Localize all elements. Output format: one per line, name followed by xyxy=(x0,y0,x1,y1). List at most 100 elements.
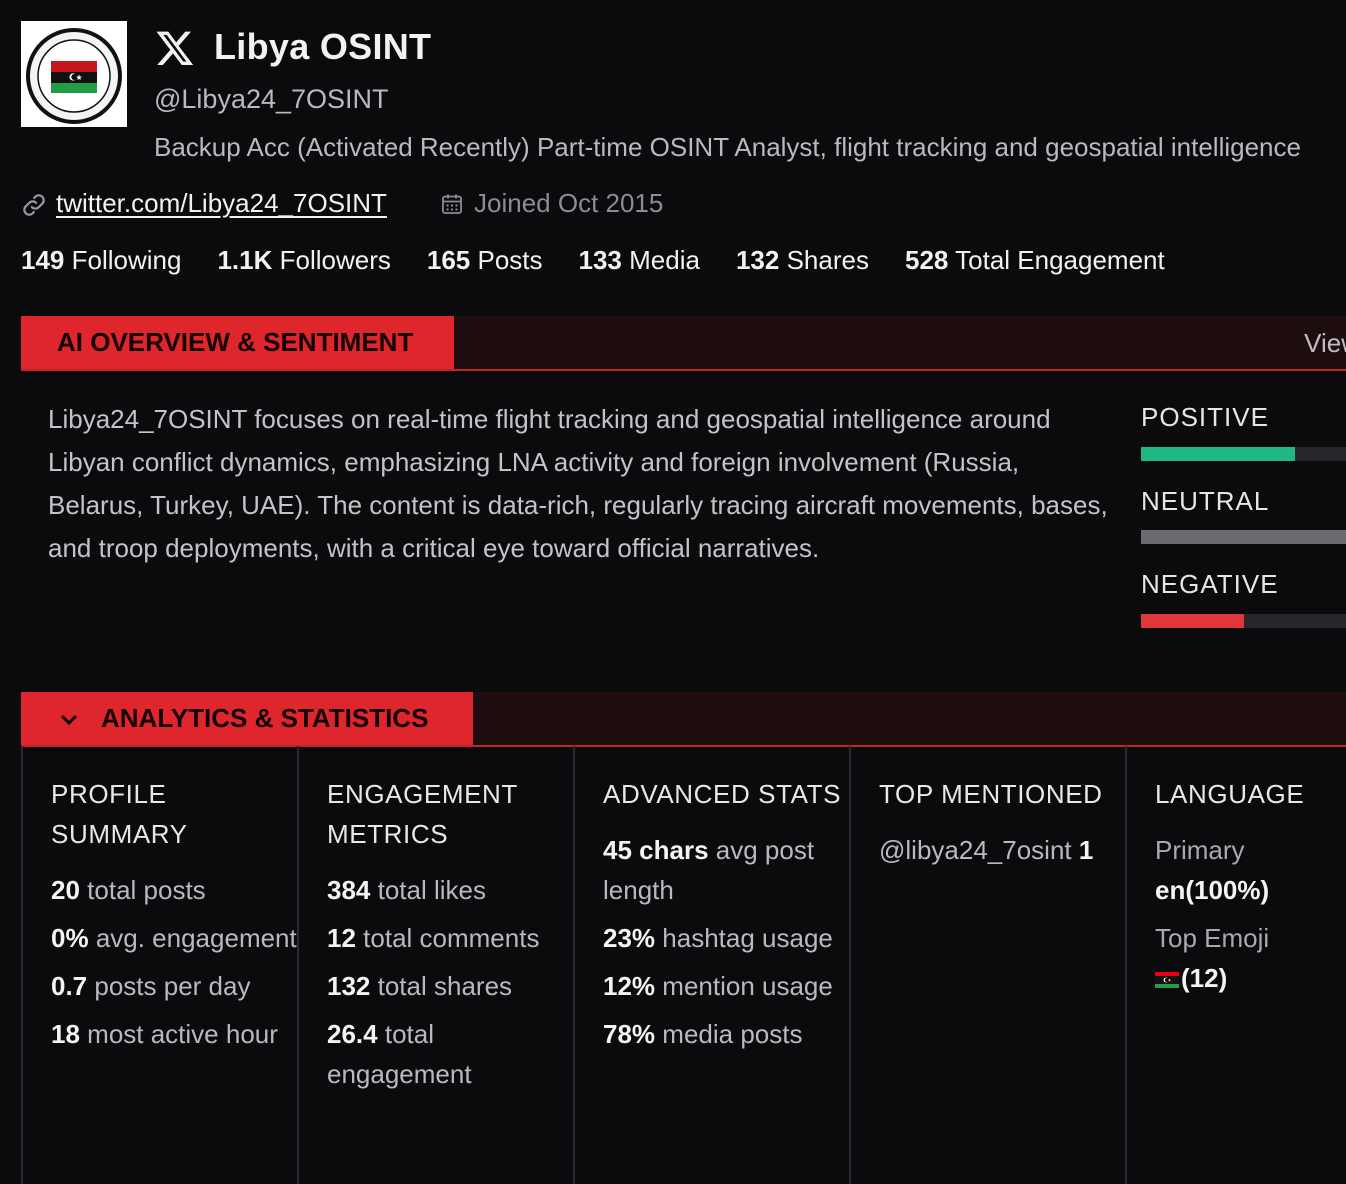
item-label: total comments xyxy=(363,923,540,953)
item-value: 18 xyxy=(51,1019,80,1049)
summary-item: 0.7 posts per day xyxy=(51,966,297,1006)
stat-posts: 165 Posts xyxy=(427,245,543,276)
engagement-metrics-column: ENGAGEMENT METRICS 384 total likes 12 to… xyxy=(299,746,575,1184)
mention-handle: @libya24_7osint xyxy=(879,835,1072,865)
column-title: PROFILE SUMMARY xyxy=(51,779,188,849)
analytics-grid: PROFILE SUMMARY 20 total posts 0% avg. e… xyxy=(21,746,1346,1184)
column-title: ADVANCED STATS xyxy=(603,779,842,809)
profile-handle: @Libya24_7OSINT xyxy=(154,84,389,114)
profile-avatar xyxy=(21,21,127,127)
item-label: avg. engagement xyxy=(95,923,297,953)
item-value: 12% xyxy=(603,971,656,1001)
item-value: 26.4 xyxy=(327,1019,378,1049)
item-value: 12 xyxy=(327,923,356,953)
sentiment-positive-bar xyxy=(1141,447,1346,461)
stat-label: Posts xyxy=(477,245,543,275)
x-logo-icon xyxy=(156,31,194,66)
stat-value: 528 xyxy=(904,245,949,275)
sentiment-neutral-bar xyxy=(1141,530,1346,544)
calendar-icon xyxy=(442,194,462,214)
sentiment-negative-label: NEGATIVE xyxy=(1141,569,1279,599)
stat-label: Shares xyxy=(786,245,869,275)
stat-value: 165 xyxy=(426,245,471,275)
stat-shares: 132 Shares xyxy=(736,245,869,276)
libya-logo-icon xyxy=(26,28,122,124)
item-label: total likes xyxy=(377,875,487,905)
profile-summary-column: PROFILE SUMMARY 20 total posts 0% avg. e… xyxy=(23,746,299,1184)
stat-label: Total Engagement xyxy=(955,245,1165,275)
primary-language-label: Primary xyxy=(1155,835,1245,865)
profile-name: Libya OSINT xyxy=(214,26,432,67)
item-label: total shares xyxy=(377,971,513,1001)
item-value: 45 chars xyxy=(603,835,709,865)
stat-item: 78% media posts xyxy=(603,1014,849,1054)
top-mentioned-column: TOP MENTIONED @libya24_7osint 1 xyxy=(851,746,1127,1184)
libya-flag-icon xyxy=(1155,972,1179,989)
item-label: mention usage xyxy=(662,971,833,1001)
item-label: most active hour xyxy=(87,1019,278,1049)
item-value: 0.7 xyxy=(51,971,88,1001)
top-emoji-label: Top Emoji xyxy=(1155,923,1270,953)
joined-date: Joined Oct 2015 xyxy=(474,188,664,218)
item-value: 78% xyxy=(603,1019,656,1049)
profile-stats: 149 Following 1.1K Followers 165 Posts 1… xyxy=(21,245,1165,276)
sentiment-negative-bar xyxy=(1141,614,1346,628)
sentiment-negative-fill xyxy=(1141,614,1244,628)
item-label: media posts xyxy=(662,1019,803,1049)
analytics-header: ANALYTICS & STATISTICS xyxy=(21,692,1346,747)
stat-media: 133 Media xyxy=(579,245,700,276)
item-value: 132 xyxy=(327,971,371,1001)
stat-value: 133 xyxy=(578,245,622,275)
stat-item: 45 chars avg post length xyxy=(603,830,849,910)
column-title: TOP MENTIONED xyxy=(879,779,1103,809)
stat-followers[interactable]: 1.1K Followers xyxy=(217,245,390,276)
summary-item: 18 most active hour xyxy=(51,1014,297,1054)
item-label: hashtag usage xyxy=(662,923,833,953)
metric-item: 26.4 total engagement xyxy=(327,1014,573,1094)
stat-label: Followers xyxy=(279,245,391,275)
item-label: total posts xyxy=(87,875,206,905)
stat-item: 23% hashtag usage xyxy=(603,918,849,958)
profile-link[interactable]: twitter.com/Libya24_7OSINT xyxy=(56,188,387,219)
chevron-down-icon xyxy=(60,714,78,725)
profile-bio: Backup Acc (Activated Recently) Part-tim… xyxy=(154,132,1301,162)
ai-overview-tab[interactable]: AI OVERVIEW & SENTIMENT xyxy=(21,316,454,369)
sentiment-positive-label: POSITIVE xyxy=(1141,402,1269,432)
advanced-stats-column: ADVANCED STATS 45 chars avg post length … xyxy=(575,746,851,1184)
metric-item: 384 total likes xyxy=(327,870,573,910)
mention-count: 1 xyxy=(1078,835,1094,865)
sentiment-positive-fill xyxy=(1141,447,1295,461)
view-button[interactable]: View xyxy=(1304,328,1346,359)
sentiment-neutral-fill xyxy=(1141,530,1346,544)
item-value: 20 xyxy=(51,875,80,905)
item-value: 0% xyxy=(51,923,89,953)
stat-label: Following xyxy=(71,245,182,275)
language-column: LANGUAGE Primary en(100%) Top Emoji (12) xyxy=(1127,746,1346,1184)
stat-value: 149 xyxy=(21,245,65,275)
stat-value: 132 xyxy=(735,245,780,275)
link-icon xyxy=(23,194,45,216)
metric-item: 12 total comments xyxy=(327,918,573,958)
analytics-title: ANALYTICS & STATISTICS xyxy=(101,703,429,733)
sentiment-neutral-label: NEUTRAL xyxy=(1141,486,1270,516)
emoji-count: (12) xyxy=(1181,963,1228,993)
column-title: LANGUAGE xyxy=(1155,779,1305,809)
metric-item: 132 total shares xyxy=(327,966,573,1006)
stat-total-engagement: 528 Total Engagement xyxy=(905,245,1165,276)
primary-language-value: en(100%) xyxy=(1155,875,1270,905)
mention-item[interactable]: @libya24_7osint 1 xyxy=(879,830,1125,870)
ai-overview-header: AI OVERVIEW & SENTIMENT View xyxy=(21,316,1346,371)
top-emoji-value: (12) xyxy=(1155,958,1346,998)
stat-following[interactable]: 149 Following xyxy=(21,245,181,276)
summary-item: 0% avg. engagement xyxy=(51,918,297,958)
summary-item: 20 total posts xyxy=(51,870,297,910)
stat-value: 1.1K xyxy=(217,245,273,275)
stat-item: 12% mention usage xyxy=(603,966,849,1006)
ai-overview-text: Libya24_7OSINT focuses on real-time flig… xyxy=(48,404,1108,563)
item-label: posts per day xyxy=(94,971,251,1001)
item-value: 384 xyxy=(327,875,371,905)
analytics-toggle[interactable]: ANALYTICS & STATISTICS xyxy=(21,692,473,745)
stat-label: Media xyxy=(629,245,700,275)
item-value: 23% xyxy=(603,923,656,953)
column-title: ENGAGEMENT METRICS xyxy=(327,779,518,849)
